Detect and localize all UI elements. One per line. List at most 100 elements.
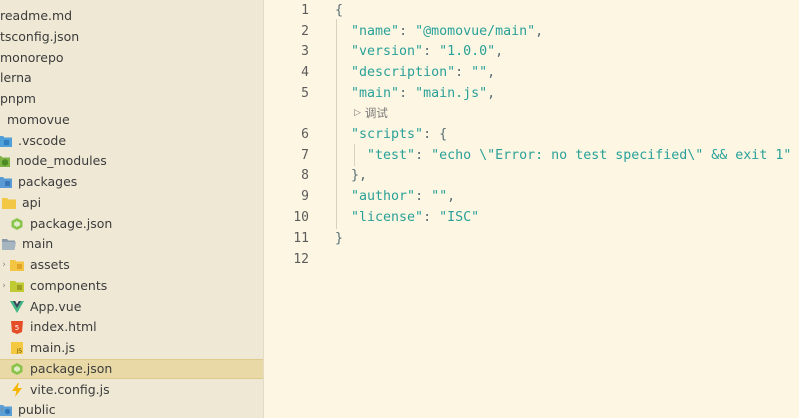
tree-item-packages[interactable]: packages (0, 172, 263, 192)
code-text: "test": "echo \"Error: no test specified… (335, 148, 791, 163)
tree-item-tsconfig[interactable]: tsconfig.json (0, 27, 263, 47)
json-punctuation-token (335, 86, 351, 101)
tree-item-label: .vscode (18, 133, 67, 148)
assets-folder-icon (10, 258, 24, 272)
code-line[interactable]: 9 "author": "", (264, 186, 799, 207)
code-line[interactable]: 12 (264, 249, 799, 270)
json-punctuation-token: , (487, 86, 496, 101)
chevron-right-icon[interactable]: › (0, 281, 8, 291)
code-line[interactable]: 1{ (264, 0, 799, 21)
line-number: 9 (301, 189, 309, 204)
tree-item-vite-config[interactable]: vite.config.js (0, 380, 263, 400)
tree-item-api[interactable]: api (0, 193, 263, 213)
json-punctuation-token (335, 24, 351, 39)
json-punctuation-token (335, 127, 351, 142)
js-file-icon: JS (10, 341, 24, 355)
json-punctuation-token: : (423, 44, 440, 59)
tree-item-public[interactable]: › public (0, 400, 263, 418)
tree-item-readme[interactable]: readme.md (0, 6, 263, 26)
tree-item-label: package.json (30, 361, 113, 376)
line-number: 2 (301, 24, 309, 39)
line-number: 7 (301, 148, 309, 163)
code-editor[interactable]: ▷ 调试 1{2 "name": "@momovue/main", 3 "vers… (264, 0, 799, 418)
tree-item-app-vue[interactable]: App.vue (0, 297, 263, 317)
tree-item-monorepo[interactable]: monorepo (0, 48, 263, 68)
tree-item-label: assets (30, 257, 70, 272)
json-punctuation-token: , (535, 24, 544, 39)
json-string-token: "@momovue/main" (415, 24, 536, 39)
code-line[interactable]: 6 "scripts": { (264, 124, 799, 145)
json-punctuation-token: } (335, 231, 344, 246)
json-key-token: "main" (351, 86, 400, 101)
html-file-icon: 5 (10, 320, 24, 334)
code-line[interactable]: 7 "test": "echo \"Error: no test specifi… (264, 145, 799, 166)
tree-item-label: App.vue (30, 299, 82, 314)
line-number: 10 (293, 210, 309, 225)
tree-item-vscode[interactable]: .vscode (0, 131, 263, 151)
tree-item-api-package-json[interactable]: package.json (0, 214, 263, 234)
file-explorer[interactable]: readme.md tsconfig.json monorepo lerna p… (0, 0, 264, 418)
tree-item-label: momovue (7, 112, 70, 127)
code-line[interactable]: 5 "main": "main.js", (264, 83, 799, 104)
tree-item-main-js[interactable]: JS main.js (0, 338, 263, 358)
json-punctuation-token: { (335, 3, 344, 18)
tree-item-node-modules[interactable]: node_modules (0, 151, 263, 171)
chevron-right-icon[interactable]: › (0, 260, 8, 270)
json-punctuation-token: : (399, 86, 416, 101)
json-punctuation-token (335, 44, 351, 59)
json-string-token: "" (471, 65, 488, 80)
json-punctuation-token (335, 148, 367, 163)
json-key-token: "test" (367, 148, 416, 163)
json-punctuation-token: : { (423, 127, 448, 142)
json-punctuation-token: : (455, 65, 472, 80)
json-string-token: "1.0.0" (439, 44, 496, 59)
tree-item-label: packages (18, 174, 78, 189)
json-key-token: "name" (351, 24, 400, 39)
code-line[interactable]: 2 "name": "@momovue/main", (264, 21, 799, 42)
line-number: 1 (301, 3, 309, 18)
code-line[interactable]: 8 }, (264, 165, 799, 186)
tree-item-main-package-json[interactable]: package.json (0, 359, 263, 379)
code-text: "scripts": { (335, 127, 447, 142)
chevron-right-icon[interactable]: › (0, 405, 6, 415)
tree-item-pnpm[interactable]: pnpm (0, 89, 263, 109)
tree-item-momovue[interactable]: momovue (0, 110, 263, 130)
tree-item-label: monorepo (0, 50, 64, 65)
tree-item-label: pnpm (0, 91, 36, 106)
tree-item-label: package.json (30, 216, 113, 231)
npm-json-icon (10, 362, 24, 376)
tree-item-label: vite.config.js (30, 382, 110, 397)
json-key-token: "license" (351, 210, 424, 225)
vue-file-icon (10, 300, 24, 314)
json-punctuation-token: , (447, 189, 456, 204)
code-line[interactable]: 4 "description": "", (264, 62, 799, 83)
code-text: "author": "", (335, 189, 455, 204)
code-line[interactable]: 3 "version": "1.0.0", (264, 41, 799, 62)
line-number: 12 (293, 252, 309, 267)
debug-codelens[interactable]: ▷ 调试 (354, 104, 388, 122)
line-number: 4 (301, 65, 309, 80)
tree-item-components[interactable]: › components (0, 276, 263, 296)
json-punctuation-token (335, 210, 351, 225)
code-line[interactable]: 10 "license": "ISC" (264, 207, 799, 228)
code-line[interactable]: 11} (264, 228, 799, 249)
npm-json-icon (10, 217, 24, 231)
json-punctuation-token: : (399, 24, 416, 39)
vscode-folder-icon (0, 134, 12, 148)
tree-item-assets[interactable]: › assets (0, 255, 263, 275)
folder-open-icon (2, 237, 16, 251)
line-number: 11 (293, 231, 309, 246)
tree-item-main[interactable]: main (0, 234, 263, 254)
json-string-token: "ISC" (439, 210, 480, 225)
line-number: 5 (301, 86, 309, 101)
editor-window: readme.md tsconfig.json monorepo lerna p… (0, 0, 799, 418)
code-text: "version": "1.0.0", (335, 44, 503, 59)
json-punctuation-token: : (423, 210, 440, 225)
svg-text:5: 5 (15, 324, 19, 332)
tree-item-index-html[interactable]: 5 index.html (0, 317, 263, 337)
code-text: "name": "@momovue/main", (335, 24, 543, 39)
code-text: }, (335, 168, 367, 183)
json-string-token: "echo \"Error: no test specified\" && ex… (431, 148, 792, 163)
tree-item-label: tsconfig.json (0, 29, 80, 44)
tree-item-lerna[interactable]: lerna (0, 68, 263, 88)
